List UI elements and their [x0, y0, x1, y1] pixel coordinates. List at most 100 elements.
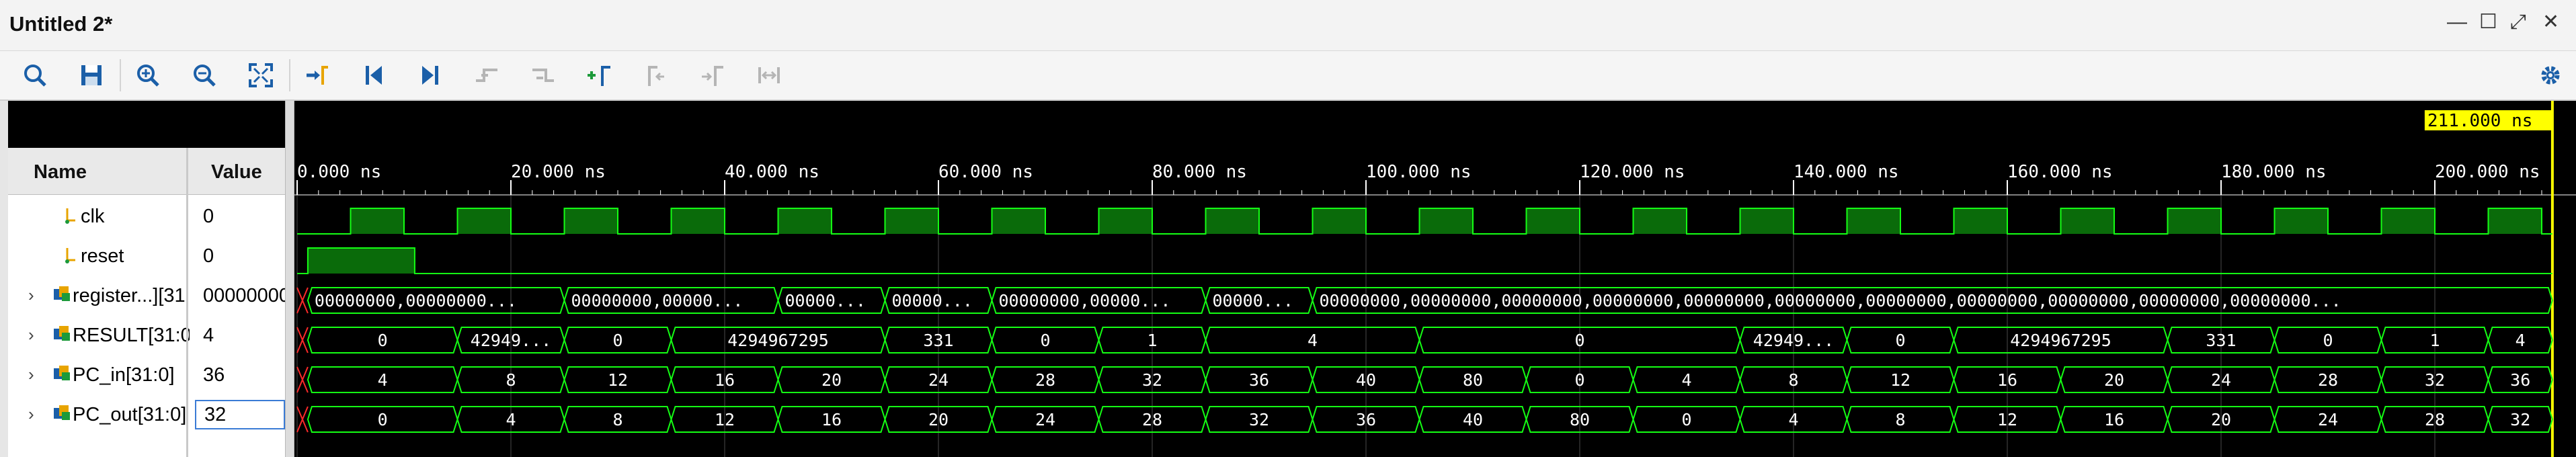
signal-row-register-31[interactable]: › register...][31 00000000,	[8, 276, 285, 315]
pc-in-bus-segment-label: 4	[378, 370, 388, 390]
minimize-icon[interactable]: —	[2447, 11, 2467, 34]
restore-icon[interactable]: ☐	[2479, 11, 2497, 34]
result-bus-segment-label: 0	[1040, 331, 1050, 350]
pane-splitter[interactable]	[285, 101, 294, 457]
signal-value: 32	[195, 400, 285, 429]
result-bus-segment-label: 42949...	[1753, 331, 1834, 350]
previous-transition-button[interactable]	[471, 59, 503, 91]
next-marker-button[interactable]	[696, 59, 729, 91]
go-to-time-0-button[interactable]	[358, 59, 390, 91]
waveform-toolbar	[0, 51, 2576, 101]
time-cursor-label: 211.000 ns	[2427, 111, 2533, 131]
signal-value: 0	[203, 245, 214, 267]
settings-button[interactable]	[2534, 59, 2567, 91]
register-bus-segment-label: 00000...	[892, 291, 973, 310]
signal-value: 36	[203, 364, 225, 386]
time-tick-label: 100.000 ns	[1366, 162, 1472, 182]
time-tick-label: 20.000 ns	[511, 162, 606, 182]
clk-high-fill	[350, 208, 404, 234]
signal-name: register...][31	[73, 285, 186, 306]
pc-in-bus-segment-label: 8	[506, 370, 516, 390]
clk-high-fill	[1633, 208, 1687, 234]
expand-chevron-icon[interactable]: ›	[28, 325, 34, 345]
register-bus-segment-label: 00000000,00000...	[571, 291, 743, 310]
go-to-cursor-button[interactable]	[301, 59, 333, 91]
next-transition-button[interactable]	[527, 59, 559, 91]
clk-high-fill	[1205, 208, 1259, 234]
time-tick-label: 160.000 ns	[2007, 162, 2113, 182]
pc-out-bus-segment-label: 8	[612, 410, 622, 429]
value-column-header[interactable]: Value	[211, 161, 262, 183]
pc-out-bus-segment-label: 4	[506, 410, 516, 429]
signal-name: reset	[81, 245, 124, 267]
signal-name: PC_out[31:0]	[73, 404, 187, 425]
clk-high-fill	[1098, 208, 1152, 234]
pc-in-bus-segment-label: 20	[821, 370, 842, 390]
zoom-fit-icon	[249, 63, 273, 87]
expand-chevron-icon[interactable]: ›	[28, 404, 34, 425]
bus-signal-icon	[54, 326, 70, 341]
gear-icon	[2541, 66, 2560, 85]
next-marker-icon	[702, 66, 723, 86]
clk-high-fill	[564, 208, 618, 234]
pc-in-bus-segment-label: 16	[715, 370, 735, 390]
swap-cursors-icon	[758, 67, 780, 83]
clk-high-fill	[2274, 208, 2328, 234]
waveform-canvas[interactable]: 0.000 ns 20.000 ns 40.000 ns 60.000 ns 80.00…	[294, 101, 2576, 457]
zoom-in-button[interactable]	[132, 59, 164, 91]
search-button[interactable]	[19, 59, 51, 91]
pc-in-bus-segment-label: 16	[1997, 370, 2017, 390]
bit-signal-icon	[65, 208, 75, 224]
go-to-cursor-icon	[307, 66, 328, 85]
pc-out-bus-segment-label: 32	[1249, 410, 1269, 429]
signal-value: 00000000,	[203, 285, 285, 306]
signal-row-reset[interactable]: reset 0	[8, 236, 285, 275]
result-bus-segment-label: 4	[2515, 331, 2526, 350]
zoom-in-icon	[137, 65, 159, 87]
pc-in-bus-segment-label: 8	[1788, 370, 1798, 390]
clk-high-fill	[2167, 208, 2221, 234]
pc-in-bus-segment-label: 28	[1035, 370, 1055, 390]
pc-out-bus-segment-label: 8	[1895, 410, 1905, 429]
first-icon	[366, 66, 382, 85]
left-frame	[0, 101, 8, 457]
add-marker-icon	[588, 66, 610, 86]
clk-high-fill	[1740, 208, 1794, 234]
signal-value: 0	[203, 206, 214, 227]
result-bus-segment-label: 0	[612, 331, 622, 350]
time-tick-label: 200.000 ns	[2435, 162, 2540, 182]
column-divider[interactable]	[186, 148, 188, 457]
clk-high-fill	[778, 208, 832, 234]
go-to-last-time-button[interactable]	[414, 59, 446, 91]
previous-marker-button[interactable]	[640, 59, 672, 91]
save-icon	[81, 65, 102, 85]
pc-out-bus-segment-label: 4	[1788, 410, 1798, 429]
pc-out-bus-segment-label: 32	[2510, 410, 2530, 429]
result-bus-segment-label: 0	[1574, 331, 1584, 350]
time-tick-label: 0.000 ns	[297, 162, 381, 182]
add-marker-button[interactable]	[583, 59, 616, 91]
name-column-header[interactable]: Name	[34, 161, 87, 183]
result-bus-segment-label: 0	[2323, 331, 2333, 350]
float-icon[interactable]: ⤢	[2510, 11, 2526, 34]
clk-high-fill	[1312, 208, 1366, 234]
zoom-out-button[interactable]	[188, 59, 220, 91]
signal-row-clk[interactable]: clk 0	[8, 196, 285, 235]
signal-row-result-31-0[interactable]: › RESULT[31:0 4	[8, 315, 285, 354]
save-button[interactable]	[75, 59, 108, 91]
swap-cursors-button[interactable]	[753, 59, 785, 91]
pc-in-bus-segment-label: 24	[928, 370, 949, 390]
expand-chevron-icon[interactable]: ›	[28, 285, 34, 306]
zoom-fit-button[interactable]	[245, 59, 277, 91]
signal-row-pc-in-31-0-[interactable]: › PC_in[31:0] 36	[8, 355, 285, 394]
expand-chevron-icon[interactable]: ›	[28, 364, 34, 385]
result-bus-segment-label: 331	[2206, 331, 2236, 350]
pc-out-bus-segment-label: 28	[2425, 410, 2445, 429]
clk-high-fill	[992, 208, 1045, 234]
pc-in-bus-segment-label: 28	[2318, 370, 2338, 390]
result-bus-segment-label: 4294967295	[727, 331, 829, 350]
pc-out-bus-segment-label: 36	[1356, 410, 1376, 429]
signal-row-pc-out-31-0-[interactable]: › PC_out[31:0] 32	[8, 394, 285, 433]
pc-in-bus-segment-label: 12	[608, 370, 628, 390]
close-icon[interactable]: ✕	[2542, 11, 2559, 34]
